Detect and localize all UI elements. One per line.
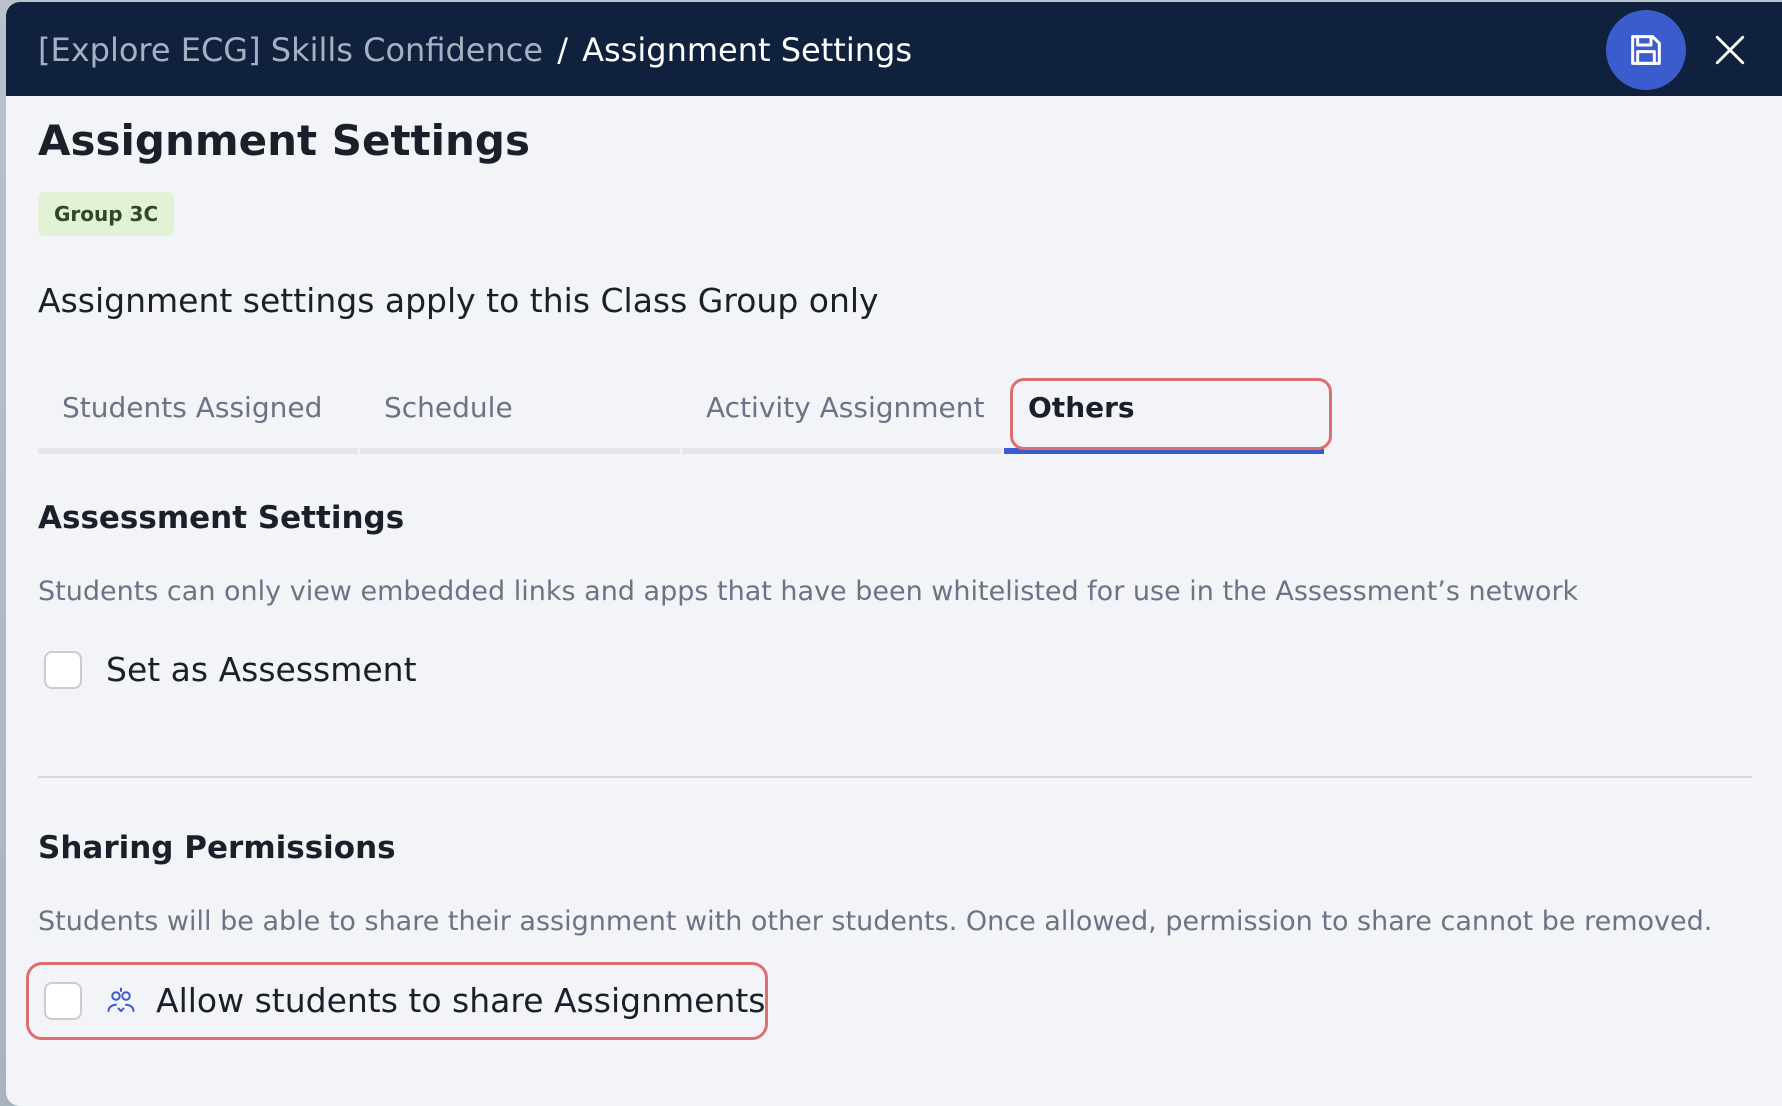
sharing-permissions-description: Students will be able to share their ass… [38, 906, 1713, 937]
page-title: Assignment Settings [38, 116, 530, 165]
set-as-assessment-label[interactable]: Set as Assessment [106, 649, 417, 691]
assessment-settings-description: Students can only view embedded links an… [38, 576, 1579, 607]
save-button[interactable] [1606, 10, 1686, 90]
allow-sharing-checkbox[interactable] [44, 982, 82, 1020]
breadcrumb: [Explore ECG] Skills Confidence / Assign… [38, 30, 912, 70]
breadcrumb-parent[interactable]: [Explore ECG] Skills Confidence [38, 31, 543, 69]
save-icon [1631, 35, 1661, 65]
sharing-permissions-title: Sharing Permissions [38, 830, 396, 866]
tab-others[interactable]: Others [1004, 378, 1324, 454]
tab-students-assigned[interactable]: Students Assigned [38, 378, 358, 454]
breadcrumb-current: Assignment Settings [582, 31, 912, 69]
tab-schedule[interactable]: Schedule [360, 378, 680, 454]
page-subtitle: Assignment settings apply to this Class … [38, 281, 879, 320]
tab-activity-assignment[interactable]: Activity Assignment [682, 378, 1002, 454]
assignment-settings-modal: [Explore ECG] Skills Confidence / Assign… [6, 2, 1782, 1106]
settings-tabs: Students Assigned Schedule Activity Assi… [38, 378, 1328, 458]
close-icon [1715, 35, 1745, 65]
breadcrumb-separator: / [557, 31, 568, 69]
assessment-settings-title: Assessment Settings [38, 500, 405, 536]
share-users-icon [106, 986, 136, 1016]
set-as-assessment-row[interactable]: Set as Assessment [44, 646, 417, 694]
set-as-assessment-checkbox[interactable] [44, 651, 82, 689]
close-button[interactable] [1706, 26, 1754, 74]
modal-header: [Explore ECG] Skills Confidence / Assign… [6, 2, 1782, 96]
allow-sharing-label[interactable]: Allow students to share Assignments [156, 980, 766, 1022]
group-badge: Group 3C [38, 192, 175, 236]
allow-sharing-row[interactable]: Allow students to share Assignments [44, 977, 766, 1025]
section-divider [38, 776, 1752, 778]
